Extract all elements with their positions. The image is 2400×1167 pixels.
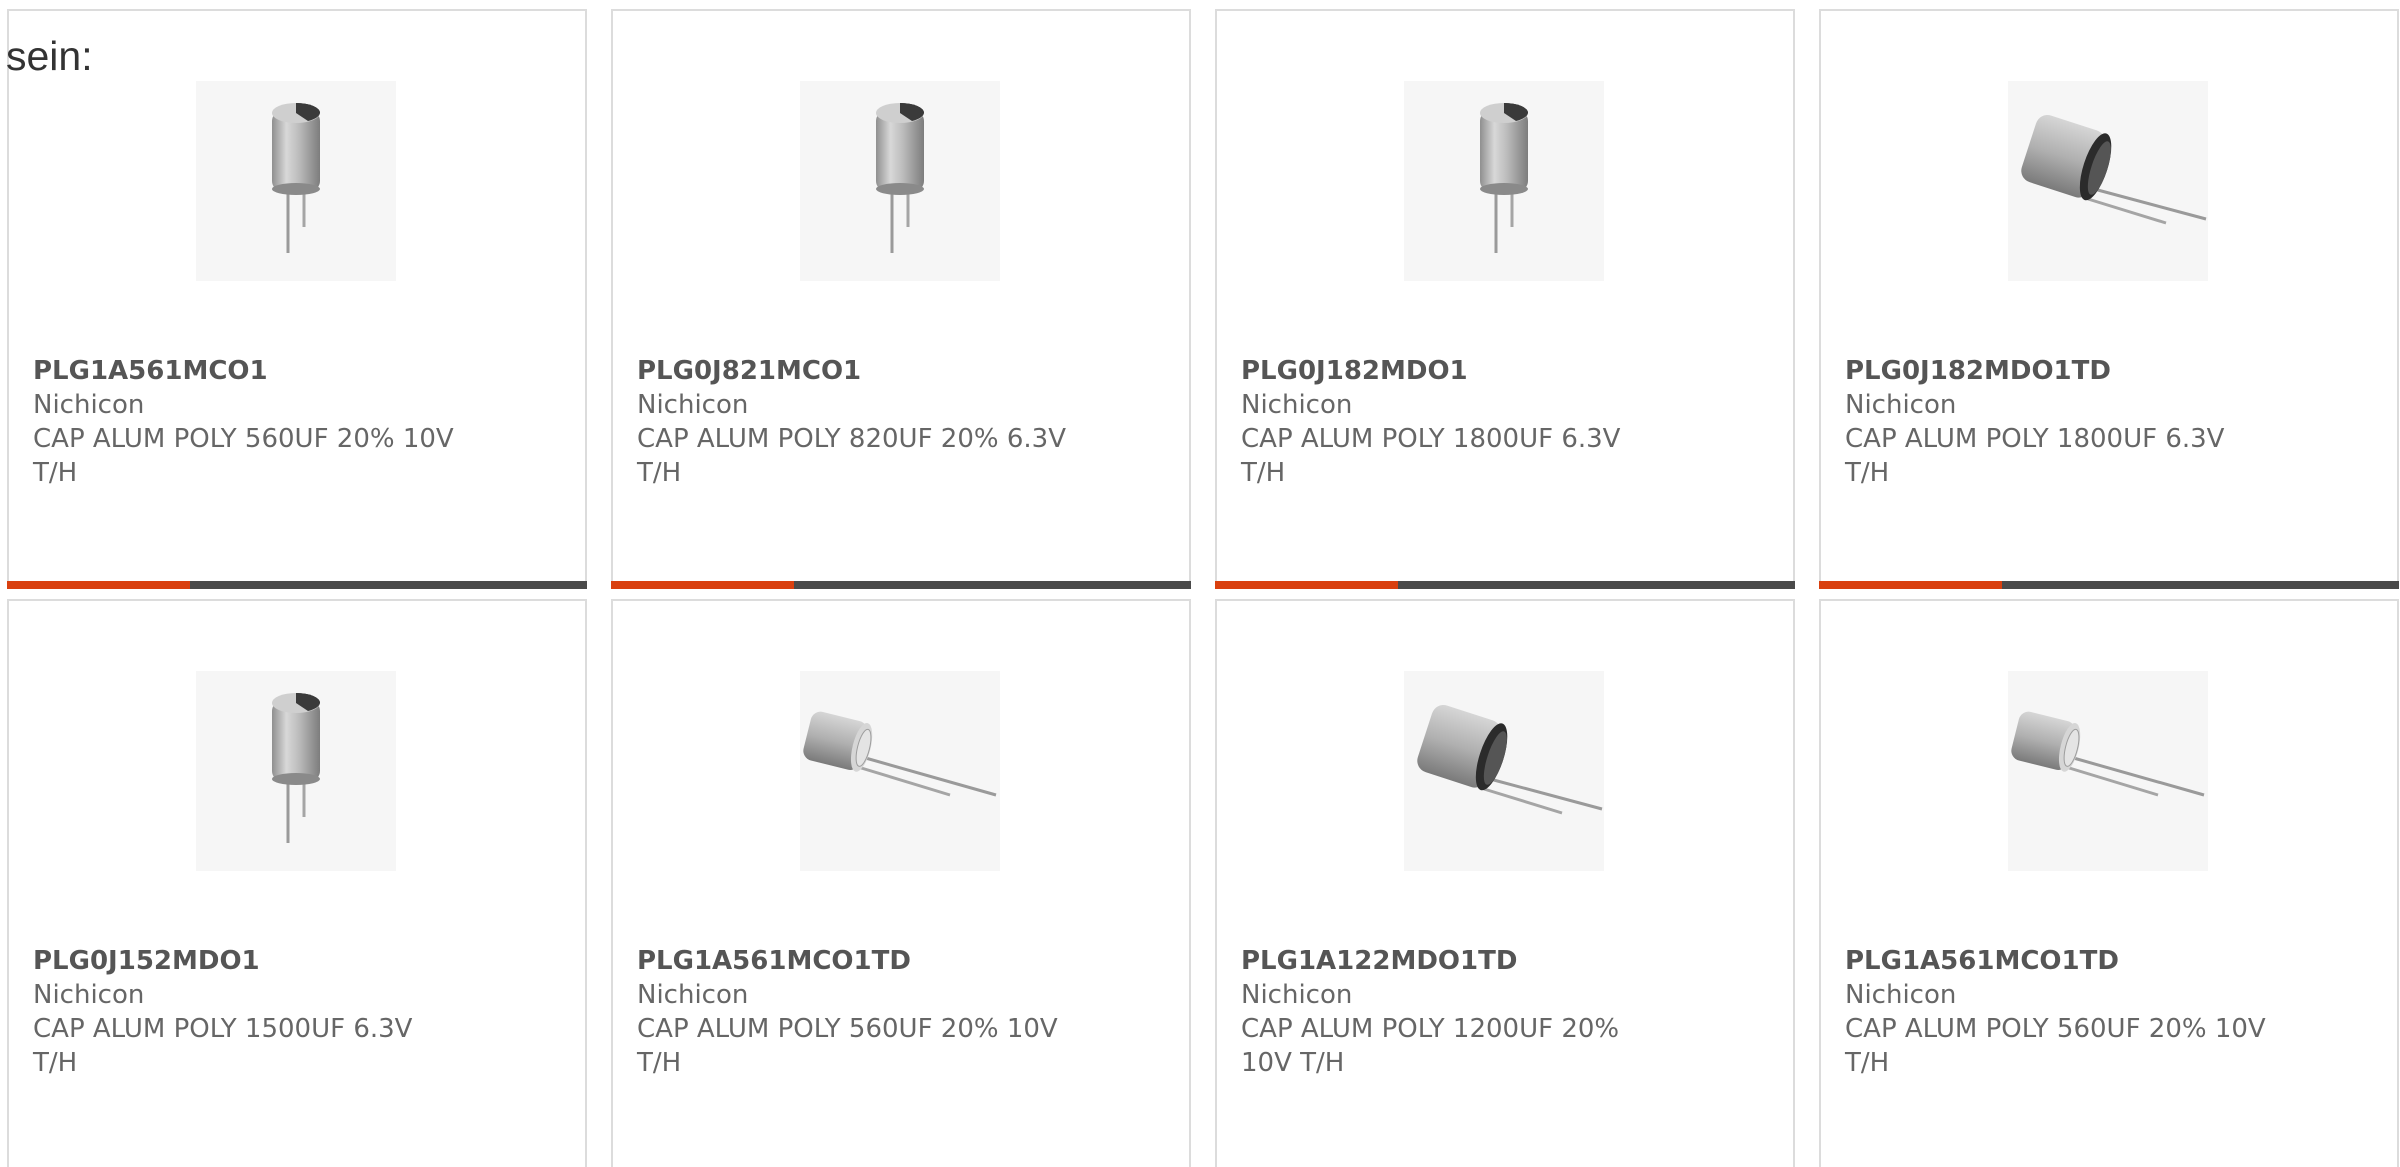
card-accent-bar bbox=[7, 581, 190, 589]
capacitor-upright-icon bbox=[196, 671, 396, 871]
manufacturer: Nichicon bbox=[1845, 980, 1957, 1010]
capacitor-tilted-icon bbox=[2008, 81, 2208, 281]
part-number-link[interactable]: PLG1A561MCO1TD bbox=[1845, 944, 2275, 978]
intro-text: sein: bbox=[6, 33, 93, 79]
capacitor-upright-image[interactable] bbox=[1404, 81, 1604, 281]
card-accent-bar bbox=[1215, 581, 1398, 589]
product-info: PLG1A122MDO1TD Nichicon CAP ALUM POLY 12… bbox=[1241, 944, 1671, 1080]
product-card[interactable]: PLG0J821MCO1 Nichicon CAP ALUM POLY 820U… bbox=[611, 9, 1191, 589]
product-card[interactable]: PLG0J182MDO1TD Nichicon CAP ALUM POLY 18… bbox=[1819, 9, 2399, 589]
part-number-link[interactable]: PLG0J182MDO1TD bbox=[1845, 354, 2275, 388]
product-info: PLG0J152MDO1 Nichicon CAP ALUM POLY 1500… bbox=[33, 944, 463, 1080]
capacitor-tilted-image[interactable] bbox=[1404, 671, 1604, 871]
product-info: PLG1A561MCO1TD Nichicon CAP ALUM POLY 56… bbox=[1845, 944, 2275, 1080]
capacitor-tilted-image[interactable] bbox=[2008, 81, 2208, 281]
part-number-link[interactable]: PLG1A561MCO1 bbox=[33, 354, 463, 388]
product-description: CAP ALUM POLY 820UF 20% 6.3V T/H bbox=[637, 424, 1066, 488]
card-footer-bar bbox=[611, 581, 1191, 589]
capacitor-tilted-small-icon bbox=[2008, 671, 2208, 871]
product-card[interactable]: PLG0J152MDO1 Nichicon CAP ALUM POLY 1500… bbox=[7, 599, 587, 1167]
product-card[interactable]: PLG0J182MDO1 Nichicon CAP ALUM POLY 1800… bbox=[1215, 9, 1795, 589]
capacitor-upright-image[interactable] bbox=[196, 81, 396, 281]
capacitor-upright-icon bbox=[1404, 81, 1604, 281]
manufacturer: Nichicon bbox=[637, 980, 749, 1010]
capacitor-tilted-small-icon bbox=[800, 671, 1000, 871]
product-description: CAP ALUM POLY 1200UF 20% 10V T/H bbox=[1241, 1014, 1620, 1078]
product-info: PLG0J182MDO1TD Nichicon CAP ALUM POLY 18… bbox=[1845, 354, 2275, 490]
capacitor-tilted-small-image[interactable] bbox=[800, 671, 1000, 871]
product-description: CAP ALUM POLY 560UF 20% 10V T/H bbox=[33, 424, 454, 488]
product-card[interactable]: PLG1A561MCO1TD Nichicon CAP ALUM POLY 56… bbox=[611, 599, 1191, 1167]
part-number-link[interactable]: PLG0J182MDO1 bbox=[1241, 354, 1671, 388]
card-footer-bar bbox=[1215, 581, 1795, 589]
manufacturer: Nichicon bbox=[1845, 390, 1957, 420]
card-footer-bar bbox=[1819, 581, 2399, 589]
capacitor-upright-icon bbox=[800, 81, 1000, 281]
product-info: PLG0J182MDO1 Nichicon CAP ALUM POLY 1800… bbox=[1241, 354, 1671, 490]
product-description: CAP ALUM POLY 560UF 20% 10V T/H bbox=[1845, 1014, 2266, 1078]
product-info: PLG1A561MCO1TD Nichicon CAP ALUM POLY 56… bbox=[637, 944, 1067, 1080]
manufacturer: Nichicon bbox=[33, 390, 145, 420]
product-info: PLG1A561MCO1 Nichicon CAP ALUM POLY 560U… bbox=[33, 354, 463, 490]
part-number-link[interactable]: PLG0J152MDO1 bbox=[33, 944, 463, 978]
capacitor-upright-icon bbox=[196, 81, 396, 281]
manufacturer: Nichicon bbox=[637, 390, 749, 420]
part-number-link[interactable]: PLG1A561MCO1TD bbox=[637, 944, 1067, 978]
product-grid: PLG1A561MCO1 Nichicon CAP ALUM POLY 560U… bbox=[7, 9, 2399, 1167]
card-accent-bar bbox=[1819, 581, 2002, 589]
capacitor-tilted-icon bbox=[1404, 671, 1604, 871]
capacitor-tilted-small-image[interactable] bbox=[2008, 671, 2208, 871]
product-listing-page: sein: PLG1A561MCO1 Nichicon CAP ALUM POL… bbox=[0, 0, 2400, 1167]
manufacturer: Nichicon bbox=[1241, 980, 1353, 1010]
product-card[interactable]: PLG1A561MCO1TD Nichicon CAP ALUM POLY 56… bbox=[1819, 599, 2399, 1167]
card-footer-bar bbox=[7, 581, 587, 589]
capacitor-upright-image[interactable] bbox=[800, 81, 1000, 281]
part-number-link[interactable]: PLG0J821MCO1 bbox=[637, 354, 1067, 388]
manufacturer: Nichicon bbox=[1241, 390, 1353, 420]
card-accent-bar bbox=[611, 581, 794, 589]
product-card[interactable]: PLG1A561MCO1 Nichicon CAP ALUM POLY 560U… bbox=[7, 9, 587, 589]
product-card[interactable]: PLG1A122MDO1TD Nichicon CAP ALUM POLY 12… bbox=[1215, 599, 1795, 1167]
part-number-link[interactable]: PLG1A122MDO1TD bbox=[1241, 944, 1671, 978]
capacitor-upright-image[interactable] bbox=[196, 671, 396, 871]
product-description: CAP ALUM POLY 1800UF 6.3V T/H bbox=[1241, 424, 1621, 488]
product-info: PLG0J821MCO1 Nichicon CAP ALUM POLY 820U… bbox=[637, 354, 1067, 490]
product-description: CAP ALUM POLY 1800UF 6.3V T/H bbox=[1845, 424, 2225, 488]
product-description: CAP ALUM POLY 560UF 20% 10V T/H bbox=[637, 1014, 1058, 1078]
manufacturer: Nichicon bbox=[33, 980, 145, 1010]
product-description: CAP ALUM POLY 1500UF 6.3V T/H bbox=[33, 1014, 413, 1078]
